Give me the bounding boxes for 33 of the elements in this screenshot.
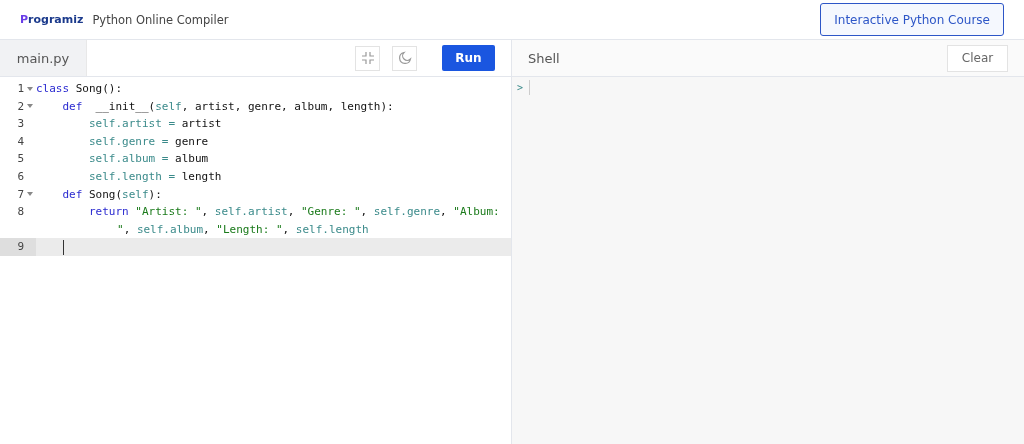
moon-icon[interactable]: [392, 45, 417, 71]
collapse-icon[interactable]: [355, 45, 380, 71]
fold-icon[interactable]: [27, 86, 33, 91]
line-number: 1: [17, 81, 24, 97]
course-button[interactable]: Interactive Python Course: [820, 3, 1004, 36]
code-line: def Song(self):: [61, 186, 163, 203]
file-tab[interactable]: main.py: [0, 40, 86, 76]
code-line: self.artist = artist: [87, 116, 223, 133]
line-number: 6: [17, 168, 24, 185]
code-line: ", self.album, "Length: ", self.length: [116, 221, 370, 238]
fold-icon[interactable]: [27, 192, 33, 197]
clear-button[interactable]: Clear: [947, 44, 1008, 72]
line-number: 4: [17, 133, 24, 150]
code-line: class Song():: [36, 81, 124, 97]
run-button[interactable]: Run: [442, 45, 495, 71]
line-number: 3: [17, 116, 24, 133]
line-number: 9: [17, 239, 24, 256]
logo[interactable]: Programiz: [20, 13, 84, 26]
code-line: self.album = album: [87, 151, 210, 168]
code-line: return "Artist: ", self.artist, "Genre: ", self.genre, "Album:: [87, 204, 501, 221]
page-title: Python Online Compiler: [92, 12, 229, 27]
text-cursor: [63, 239, 64, 255]
text-cursor: [529, 80, 531, 95]
line-number: 7: [17, 186, 24, 203]
line-number: 2: [17, 98, 24, 115]
code-line: def __init__(self, artist, genre, album, length):: [61, 98, 395, 115]
line-number: 8: [17, 204, 24, 221]
shell-title: Shell: [528, 50, 560, 66]
code-line: self.length = length: [87, 168, 223, 185]
fold-icon[interactable]: [27, 104, 33, 109]
code-line: self.genre = genre: [87, 133, 210, 150]
shell-prompt: >: [517, 82, 524, 93]
line-number: 5: [17, 151, 24, 168]
